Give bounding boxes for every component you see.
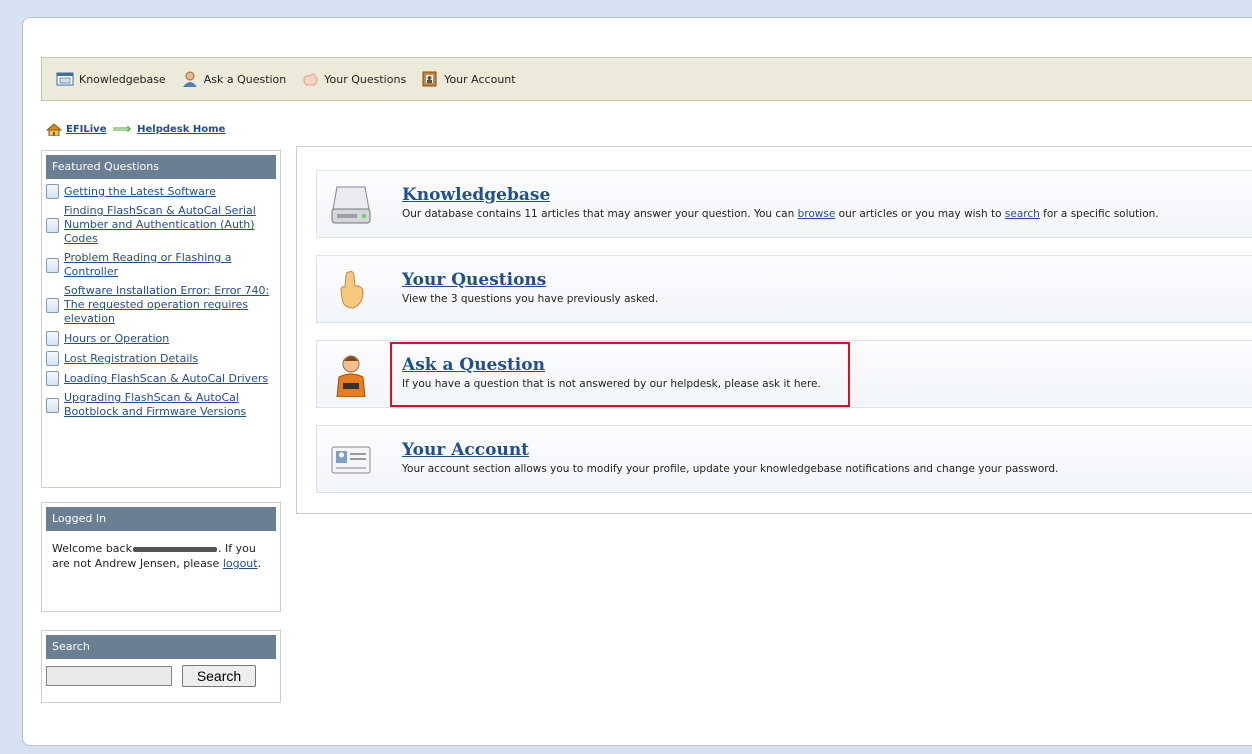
- document-icon: [46, 217, 59, 233]
- breadcrumb-home-link[interactable]: EFILive: [66, 124, 106, 135]
- card-knowledgebase[interactable]: Knowledgebase Our database contains 11 a…: [316, 170, 1252, 238]
- featured-question-item[interactable]: Lost Registration Details: [46, 351, 276, 366]
- card-ask-question-title[interactable]: Ask a Question: [402, 355, 545, 375]
- search-panel: Search Search: [41, 630, 281, 703]
- document-icon: [46, 331, 59, 346]
- window-icon: [56, 71, 74, 87]
- featured-question-item[interactable]: Upgrading FlashScan & AutoCal Bootblock …: [46, 391, 276, 419]
- id-card-icon: [329, 438, 373, 482]
- breadcrumb: EFILive ⟹ Helpdesk Home: [45, 122, 225, 137]
- toolbar-your-account[interactable]: Your Account: [421, 71, 516, 87]
- arrow-right-icon: ⟹: [112, 122, 132, 137]
- toolbar-ask-question-label: Ask a Question: [203, 72, 287, 86]
- hand-icon: [301, 71, 319, 87]
- browse-link[interactable]: browse: [798, 208, 836, 220]
- card-ask-question-description: If you have a question that is not answe…: [402, 378, 821, 390]
- featured-question-item[interactable]: Hours or Operation: [46, 331, 276, 346]
- featured-question-link[interactable]: Loading FlashScan & AutoCal Drivers: [64, 372, 268, 386]
- support-person-icon: [329, 353, 373, 398]
- featured-question-item[interactable]: Getting the Latest Software: [46, 184, 276, 199]
- document-icon: [46, 397, 59, 413]
- welcome-message: Welcome back. If you are not Andrew Jens…: [46, 531, 276, 571]
- toolbar-knowledgebase-label: Knowledgebase: [79, 72, 166, 86]
- document-icon: [46, 371, 59, 386]
- card-your-questions-title[interactable]: Your Questions: [402, 270, 546, 290]
- account-card-icon: [421, 71, 439, 87]
- toolbar-your-questions-label: Your Questions: [324, 72, 407, 86]
- welcome-end: .: [257, 557, 262, 570]
- card-your-questions[interactable]: Your Questions View the 3 questions you …: [316, 255, 1252, 323]
- toolbar-ask-question[interactable]: Ask a Question: [181, 71, 287, 87]
- document-icon: [46, 184, 59, 199]
- raised-hand-icon: [329, 268, 373, 312]
- card-your-account-title[interactable]: Your Account: [402, 440, 529, 460]
- logout-link[interactable]: logout: [223, 557, 258, 570]
- featured-question-link[interactable]: Finding FlashScan & AutoCal Serial Numbe…: [64, 204, 276, 246]
- featured-questions-panel: Featured Questions Getting the Latest So…: [41, 150, 281, 488]
- toolbar-your-questions[interactable]: Your Questions: [301, 71, 406, 87]
- card-knowledgebase-title[interactable]: Knowledgebase: [402, 185, 550, 205]
- card-ask-question[interactable]: Ask a Question If you have a question th…: [316, 340, 1252, 408]
- card-your-questions-description: View the 3 questions you have previously…: [402, 293, 659, 305]
- featured-question-item[interactable]: Finding FlashScan & AutoCal Serial Numbe…: [46, 204, 276, 246]
- main-content: Knowledgebase Our database contains 11 a…: [296, 146, 1252, 514]
- search-input[interactable]: [46, 666, 172, 686]
- featured-question-link[interactable]: Upgrading FlashScan & AutoCal Bootblock …: [64, 391, 276, 419]
- card-knowledgebase-desc-mid: our articles or you may wish to: [838, 208, 1002, 220]
- document-icon: [46, 257, 59, 273]
- hard-drive-icon: [329, 183, 373, 227]
- toolbar-knowledgebase[interactable]: Knowledgebase: [56, 71, 166, 87]
- search-button[interactable]: Search: [182, 665, 256, 687]
- welcome-text: Welcome back: [52, 542, 132, 555]
- featured-question-link[interactable]: Hours or Operation: [64, 332, 169, 346]
- featured-question-item[interactable]: Software Installation Error: Error 740: …: [46, 284, 276, 326]
- card-knowledgebase-desc-pre: Our database contains 11 articles that m…: [402, 208, 795, 220]
- featured-question-link[interactable]: Software Installation Error: Error 740: …: [64, 284, 276, 326]
- search-link[interactable]: search: [1005, 208, 1040, 220]
- featured-question-item[interactable]: Problem Reading or Flashing a Controller: [46, 251, 276, 279]
- card-your-account[interactable]: Your Account Your account section allows…: [316, 425, 1252, 493]
- featured-question-item[interactable]: Loading FlashScan & AutoCal Drivers: [46, 371, 276, 386]
- featured-questions-header: Featured Questions: [46, 155, 276, 179]
- document-icon: [46, 297, 59, 313]
- search-header: Search: [46, 635, 276, 659]
- breadcrumb-current-link[interactable]: Helpdesk Home: [137, 124, 225, 135]
- card-knowledgebase-desc-post: for a specific solution.: [1043, 208, 1159, 220]
- search-row: Search: [46, 665, 276, 687]
- featured-question-link[interactable]: Lost Registration Details: [64, 352, 198, 366]
- logged-in-header: Logged In: [46, 507, 276, 531]
- toolbar-your-account-label: Your Account: [444, 72, 516, 86]
- card-your-account-description: Your account section allows you to modif…: [402, 463, 1059, 475]
- card-knowledgebase-description: Our database contains 11 articles that m…: [402, 208, 1159, 220]
- featured-question-link[interactable]: Getting the Latest Software: [64, 185, 216, 199]
- document-icon: [46, 351, 59, 366]
- redacted-username: [132, 546, 217, 552]
- person-icon: [181, 71, 199, 87]
- home-icon: [45, 123, 63, 137]
- logged-in-panel: Logged In Welcome back. If you are not A…: [41, 502, 281, 612]
- top-toolbar: Knowledgebase Ask a Question Your Questi…: [41, 57, 1252, 101]
- featured-questions-list: Getting the Latest Software Finding Flas…: [46, 184, 276, 419]
- featured-question-link[interactable]: Problem Reading or Flashing a Controller: [64, 251, 276, 279]
